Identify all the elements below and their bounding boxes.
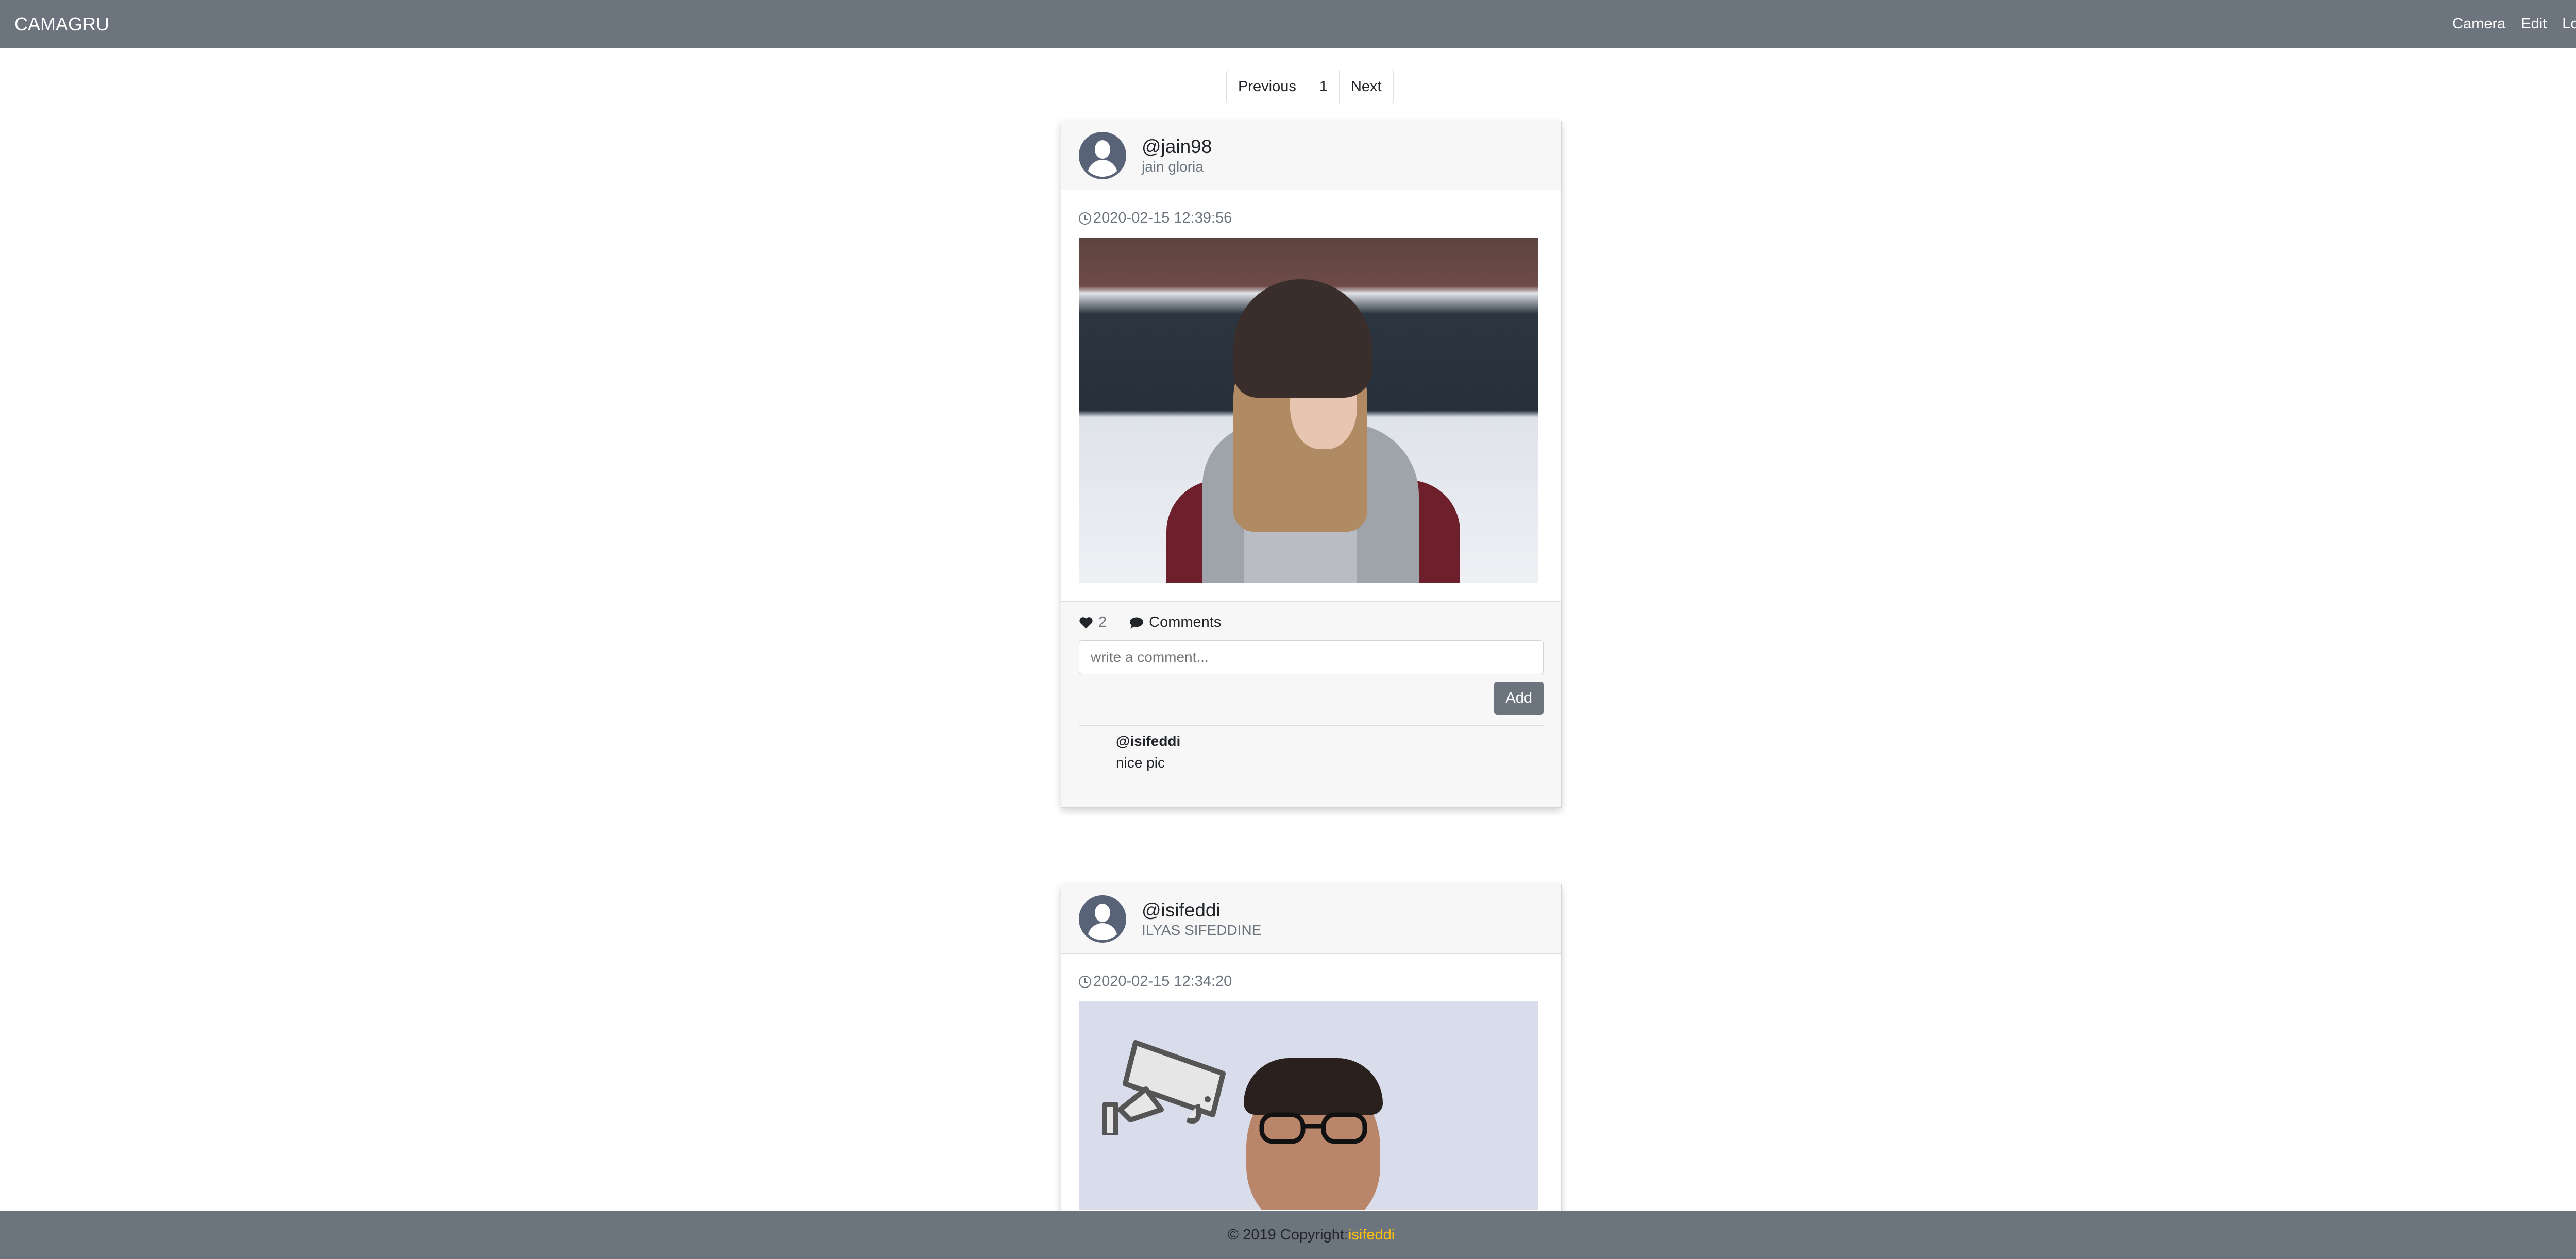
like-count: 2 (1098, 614, 1107, 631)
comment-input[interactable] (1079, 640, 1544, 674)
post-username[interactable]: @isifeddi (1142, 899, 1261, 922)
post-photo[interactable] (1079, 1001, 1538, 1210)
post-timestamp: 2020-02-15 12:34:20 (1079, 973, 1544, 990)
post-card: @isifeddi ILYAS SIFEDDINE 2020-02-15 12:… (1061, 884, 1562, 1224)
post-card: @jain98 jain gloria 2020-02-15 12:39:56 … (1061, 121, 1562, 808)
pagination: Previous 1 Next (1226, 70, 1394, 104)
post-username[interactable]: @jain98 (1142, 135, 1212, 158)
post-header: @jain98 jain gloria (1061, 121, 1561, 190)
clock-icon (1079, 975, 1091, 988)
timestamp-text: 2020-02-15 12:34:20 (1093, 973, 1232, 990)
post-photo[interactable] (1079, 238, 1538, 583)
next-page-button[interactable]: Next (1339, 70, 1393, 104)
avatar[interactable] (1079, 895, 1126, 943)
comments-label: Comments (1149, 614, 1222, 631)
nav-edit-link[interactable]: Edit (2521, 15, 2547, 32)
navbar: CAMAGRU Camera Edit Logout (0, 0, 2576, 48)
copyright-text: © 2019 Copyright: (1227, 1226, 1348, 1243)
post-timestamp: 2020-02-15 12:39:56 (1079, 210, 1544, 227)
post-header: @isifeddi ILYAS SIFEDDINE (1061, 884, 1561, 954)
post-fullname: jain gloria (1142, 158, 1204, 175)
security-camera-sticker (1102, 1040, 1226, 1135)
brand-logo[interactable]: CAMAGRU (14, 13, 109, 35)
clock-icon (1079, 212, 1091, 225)
post-fullname: ILYAS SIFEDDINE (1142, 922, 1262, 938)
like-button[interactable]: 2 (1079, 614, 1107, 631)
comment-list: @isifeddi nice pic (1079, 725, 1544, 771)
post-actions: 2 Comments Add @isifeddi nice pic (1061, 601, 1561, 807)
previous-page-button[interactable]: Previous (1227, 70, 1308, 104)
comments-toggle[interactable]: Comments (1129, 614, 1221, 631)
nav-camera-link[interactable]: Camera (2452, 15, 2505, 32)
nav-logout-link[interactable]: Logout (2562, 15, 2576, 32)
add-comment-button[interactable]: Add (1494, 682, 1544, 715)
author-link[interactable]: isifeddi (1348, 1227, 1395, 1244)
comment-text: nice pic (1116, 755, 1165, 771)
timestamp-text: 2020-02-15 12:39:56 (1093, 210, 1232, 226)
avatar[interactable] (1079, 131, 1126, 179)
nav-links: Camera Edit Logout (2452, 15, 2576, 32)
comment-author[interactable]: @isifeddi (1116, 733, 1544, 750)
comment-icon (1130, 617, 1143, 629)
glasses-shape (1259, 1112, 1367, 1144)
heart-icon (1079, 617, 1093, 629)
footer: © 2019 Copyright: isifeddi (0, 1211, 2576, 1259)
page-1-button[interactable]: 1 (1308, 70, 1340, 104)
